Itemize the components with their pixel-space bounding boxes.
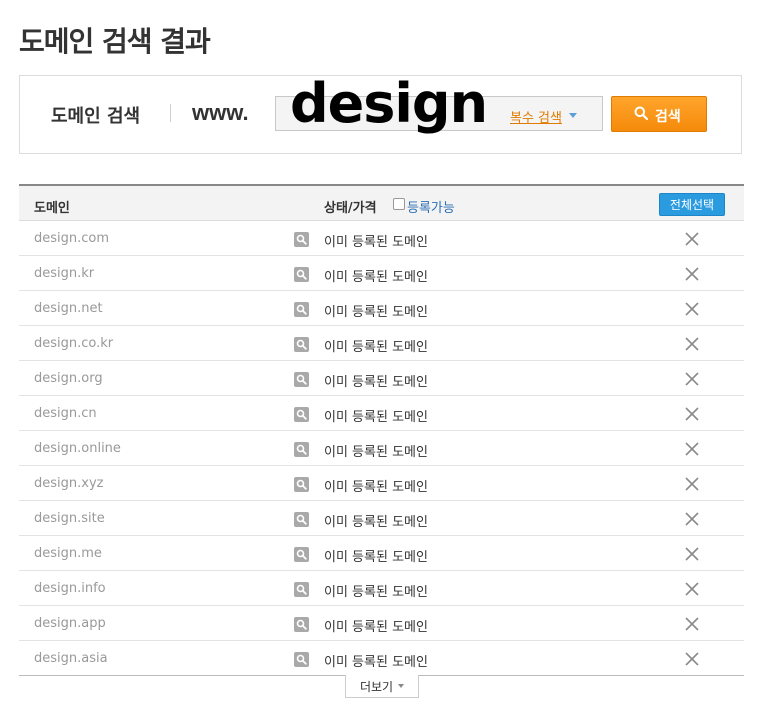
- close-icon: [685, 407, 699, 421]
- close-icon: [685, 337, 699, 351]
- row-domain: design.xyz: [34, 476, 104, 491]
- row-domain: design.app: [34, 616, 106, 631]
- close-icon: [685, 652, 699, 666]
- close-icon: [685, 582, 699, 596]
- magnifier-icon[interactable]: [294, 442, 309, 457]
- magnifier-icon[interactable]: [294, 512, 309, 527]
- table-row: design.cn 이미 등록된 도메인: [19, 396, 744, 431]
- domain-column-header: 도메인: [34, 201, 70, 216]
- search-panel: 도메인 검색 www. design 복수 검색 검색: [19, 74, 742, 154]
- table-row: design.site 이미 등록된 도메인: [19, 501, 744, 536]
- row-status: 이미 등록된 도메인: [324, 340, 428, 355]
- row-domain: design.me: [34, 546, 102, 561]
- row-status: 이미 등록된 도메인: [324, 550, 428, 565]
- close-icon: [685, 372, 699, 386]
- row-domain: design.asia: [34, 651, 108, 666]
- multi-search-link[interactable]: 복수 검색: [510, 107, 562, 126]
- www-prefix: www.: [192, 100, 249, 125]
- search-button-label: 검색: [655, 108, 681, 124]
- more-button[interactable]: 더보기: [345, 675, 419, 698]
- magnifier-icon[interactable]: [294, 617, 309, 632]
- select-all-button[interactable]: 전체선택: [659, 193, 725, 216]
- table-row: design.xyz 이미 등록된 도메인: [19, 466, 744, 501]
- row-domain: design.co.kr: [34, 336, 114, 351]
- row-status: 이미 등록된 도메인: [324, 445, 428, 460]
- row-domain: design.cn: [34, 406, 97, 421]
- row-domain: design.site: [34, 511, 105, 526]
- row-status: 이미 등록된 도메인: [324, 410, 428, 425]
- table-row: design.info 이미 등록된 도메인: [19, 571, 744, 606]
- table-row: design.com 이미 등록된 도메인: [19, 221, 744, 256]
- domain-search-value[interactable]: design: [290, 74, 488, 134]
- search-label: 도메인 검색: [51, 106, 141, 127]
- results-rows: design.com 이미 등록된 도메인 design.kr 이미 등록된 도메인 d…: [19, 221, 744, 676]
- row-domain: design.kr: [34, 266, 95, 281]
- table-row: design.kr 이미 등록된 도메인: [19, 256, 744, 291]
- table-header: 도메인 상태/가격 등록가능 전체선택: [19, 186, 744, 221]
- row-domain: design.org: [34, 371, 103, 386]
- close-icon: [685, 232, 699, 246]
- divider: [170, 104, 171, 122]
- caret-down-icon[interactable]: [569, 113, 577, 118]
- magnifier-icon[interactable]: [294, 302, 309, 317]
- table-row: design.net 이미 등록된 도메인: [19, 291, 744, 326]
- magnifier-icon[interactable]: [294, 407, 309, 422]
- table-row: design.me 이미 등록된 도메인: [19, 536, 744, 571]
- row-domain: design.com: [34, 231, 110, 246]
- row-status: 이미 등록된 도메인: [324, 480, 428, 495]
- close-icon: [685, 617, 699, 631]
- table-row: design.app 이미 등록된 도메인: [19, 606, 744, 641]
- search-icon: [634, 106, 648, 120]
- status-column-header: 상태/가격: [324, 201, 377, 216]
- results-table: 도메인 상태/가격 등록가능 전체선택 design.com 이미 등록된 도메인…: [19, 184, 744, 676]
- row-status: 이미 등록된 도메인: [324, 375, 428, 390]
- close-icon: [685, 547, 699, 561]
- available-only-checkbox[interactable]: [393, 198, 405, 210]
- page-title: 도메인 검색 결과: [19, 25, 211, 58]
- close-icon: [685, 442, 699, 456]
- row-status: 이미 등록된 도메인: [324, 305, 428, 320]
- table-row: design.asia 이미 등록된 도메인: [19, 641, 744, 676]
- row-domain: design.net: [34, 301, 103, 316]
- magnifier-icon[interactable]: [294, 337, 309, 352]
- row-domain: design.info: [34, 581, 106, 596]
- magnifier-icon[interactable]: [294, 652, 309, 667]
- row-status: 이미 등록된 도메인: [324, 235, 428, 250]
- magnifier-icon[interactable]: [294, 547, 309, 562]
- magnifier-icon[interactable]: [294, 582, 309, 597]
- row-status: 이미 등록된 도메인: [324, 655, 428, 670]
- row-status: 이미 등록된 도메인: [324, 585, 428, 600]
- magnifier-icon[interactable]: [294, 477, 309, 492]
- magnifier-icon[interactable]: [294, 372, 309, 387]
- row-domain: design.online: [34, 441, 121, 456]
- close-icon: [685, 302, 699, 316]
- close-icon: [685, 477, 699, 491]
- more-button-label: 더보기: [359, 679, 394, 694]
- caret-down-icon: [398, 684, 405, 688]
- search-button[interactable]: 검색: [611, 96, 707, 132]
- close-icon: [685, 267, 699, 281]
- row-status: 이미 등록된 도메인: [324, 270, 428, 285]
- row-status: 이미 등록된 도메인: [324, 515, 428, 530]
- table-row: design.online 이미 등록된 도메인: [19, 431, 744, 466]
- magnifier-icon[interactable]: [294, 267, 309, 282]
- table-row: design.co.kr 이미 등록된 도메인: [19, 326, 744, 361]
- row-status: 이미 등록된 도메인: [324, 620, 428, 635]
- close-icon: [685, 512, 699, 526]
- magnifier-icon[interactable]: [294, 232, 309, 247]
- table-row: design.org 이미 등록된 도메인: [19, 361, 744, 396]
- available-only-label[interactable]: 등록가능: [407, 197, 455, 216]
